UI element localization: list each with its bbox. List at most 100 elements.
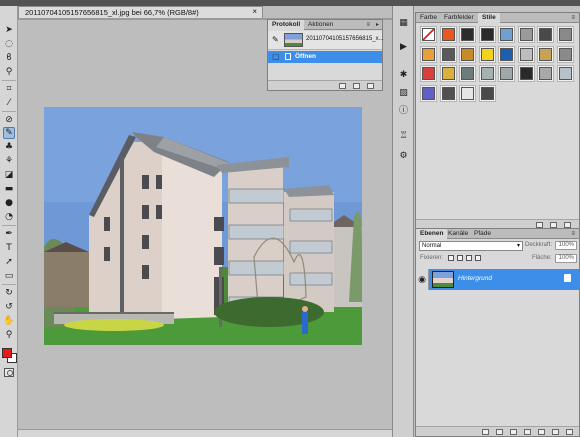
eyedropper-tool-icon[interactable]: ⁄ <box>3 97 15 109</box>
tab-swatches[interactable]: Farbfelder <box>440 13 478 23</box>
document-image[interactable] <box>44 107 362 345</box>
info-panel-icon[interactable]: ⓘ <box>398 106 409 116</box>
path-selection-tool-icon[interactable]: ➚ <box>3 256 15 268</box>
crop-tool-icon[interactable]: ⌗ <box>3 83 15 95</box>
marquee-tool-icon[interactable]: ◌ <box>3 38 15 50</box>
style-swatch[interactable] <box>478 45 496 63</box>
style-swatch[interactable] <box>498 65 515 82</box>
magic-wand-tool-icon[interactable]: ⚲ <box>3 66 15 78</box>
style-swatch[interactable] <box>537 65 554 82</box>
style-swatch[interactable] <box>517 45 535 63</box>
style-swatch[interactable] <box>556 26 574 43</box>
adjustment-layer-icon[interactable] <box>524 429 531 435</box>
style-swatch[interactable] <box>439 84 457 102</box>
zoom-tool-icon[interactable]: ⚲ <box>3 329 15 341</box>
tab-color[interactable]: Farbe <box>416 13 441 23</box>
style-swatch[interactable] <box>517 26 535 43</box>
new-snapshot-icon[interactable] <box>353 83 360 89</box>
style-swatch[interactable] <box>537 45 554 63</box>
close-icon[interactable]: × <box>252 7 257 16</box>
tab-layers[interactable]: Ebenen <box>416 229 448 239</box>
opacity-input[interactable]: 100% <box>555 241 577 250</box>
layer-name[interactable]: Hintergrund <box>458 275 492 282</box>
style-swatch[interactable] <box>420 45 437 63</box>
style-swatch[interactable] <box>420 26 437 43</box>
collapse-icon[interactable]: ▸ <box>376 20 379 30</box>
tab-paths[interactable]: Pfade <box>470 229 495 239</box>
style-swatch[interactable] <box>478 84 496 102</box>
style-swatch[interactable] <box>459 26 476 43</box>
style-swatch[interactable] <box>478 65 496 82</box>
history-panel-icon[interactable]: ▦ <box>398 18 409 28</box>
3d-rotate-tool-icon[interactable]: ↻ <box>3 287 15 299</box>
blur-tool-icon[interactable]: ● <box>3 197 15 209</box>
lock-position-icon[interactable] <box>466 255 472 261</box>
tool-presets-panel-icon[interactable]: ⚙ <box>398 151 409 161</box>
masks-panel-icon[interactable]: ▨ <box>398 88 409 98</box>
healing-brush-tool-icon[interactable]: ⊘ <box>3 114 15 126</box>
blend-mode-select[interactable]: Normal ▾ <box>419 241 523 251</box>
style-swatch[interactable] <box>459 65 476 82</box>
pen-tool-icon[interactable]: ✒ <box>3 228 15 240</box>
foreground-color-swatch[interactable] <box>2 348 12 358</box>
style-swatch[interactable] <box>439 45 457 63</box>
3d-orbit-tool-icon[interactable]: ↺ <box>3 301 15 313</box>
trash-icon[interactable] <box>367 83 374 89</box>
panel-menu-icon[interactable]: ≡ <box>366 20 370 30</box>
style-swatch[interactable] <box>420 84 437 102</box>
style-swatch[interactable] <box>498 26 515 43</box>
history-snapshot[interactable]: ✎ 20110704105157656815_x... <box>268 31 384 50</box>
actions-panel-icon[interactable]: ▶ <box>398 42 409 52</box>
style-swatch[interactable] <box>459 45 476 63</box>
style-swatch[interactable] <box>478 26 496 43</box>
lasso-tool-icon[interactable]: ϐ <box>3 52 15 64</box>
quick-mask-icon[interactable] <box>4 368 14 377</box>
lock-transparent-icon[interactable] <box>448 255 454 261</box>
shape-tool-icon[interactable]: ▭ <box>3 270 15 282</box>
style-swatch-preview <box>441 28 455 41</box>
add-mask-icon[interactable] <box>510 429 517 435</box>
style-swatch[interactable] <box>517 65 535 82</box>
style-swatch[interactable] <box>556 65 574 82</box>
history-brush-source-icon[interactable]: ✎ <box>272 35 279 44</box>
history-brush-tool-icon[interactable]: ⚘ <box>3 155 15 167</box>
lock-image-icon[interactable] <box>457 255 463 261</box>
style-swatch[interactable] <box>439 65 457 82</box>
gradient-tool-icon[interactable]: ▬ <box>3 183 15 195</box>
layer-style-icon[interactable] <box>496 429 503 435</box>
layer-row-background[interactable]: ◉ Hintergrund <box>416 269 579 290</box>
tab-styles[interactable]: Stile <box>478 13 500 23</box>
panel-menu-icon[interactable]: ≡ <box>571 229 575 239</box>
adjustments-panel-icon[interactable]: ✱ <box>398 70 409 80</box>
clone-stamp-tool-icon[interactable]: ♣ <box>3 141 15 153</box>
eraser-tool-icon[interactable]: ◪ <box>3 169 15 181</box>
type-tool-icon[interactable]: T <box>3 242 15 254</box>
history-state-checkbox[interactable]: ▢ <box>272 52 280 61</box>
lock-icon <box>564 274 571 282</box>
tab-history[interactable]: Protokoll <box>268 20 305 30</box>
style-swatch[interactable] <box>498 45 515 63</box>
eye-icon[interactable]: ◉ <box>416 269 429 290</box>
move-tool-icon[interactable]: ➤ <box>3 24 15 36</box>
style-swatch[interactable] <box>420 65 437 82</box>
lock-all-icon[interactable] <box>475 255 481 261</box>
new-group-icon[interactable] <box>538 429 545 435</box>
new-layer-icon[interactable] <box>552 429 559 435</box>
trash-icon[interactable] <box>566 429 573 435</box>
history-state-open[interactable]: ▢ Öffnen <box>268 51 382 63</box>
hand-tool-icon[interactable]: ✋ <box>3 315 15 327</box>
document-tab[interactable]: 20110704105157656815_xl.jpg bei 66,7% (R… <box>18 6 263 18</box>
style-swatch[interactable] <box>459 84 476 102</box>
fill-input[interactable]: 100% <box>555 254 577 263</box>
link-layers-icon[interactable] <box>482 429 489 435</box>
brush-tool-icon[interactable]: ✎ <box>3 127 15 139</box>
style-swatch[interactable] <box>439 26 457 43</box>
style-swatch[interactable] <box>537 26 554 43</box>
clone-source-panel-icon[interactable]: ♖ <box>398 131 409 141</box>
panel-menu-icon[interactable]: ≡ <box>571 13 575 23</box>
style-swatch[interactable] <box>556 45 574 63</box>
new-document-from-state-icon[interactable] <box>339 83 346 89</box>
tab-actions[interactable]: Aktionen <box>304 20 337 30</box>
dodge-tool-icon[interactable]: ◔ <box>3 211 15 223</box>
tab-channels[interactable]: Kanäle <box>444 229 472 239</box>
